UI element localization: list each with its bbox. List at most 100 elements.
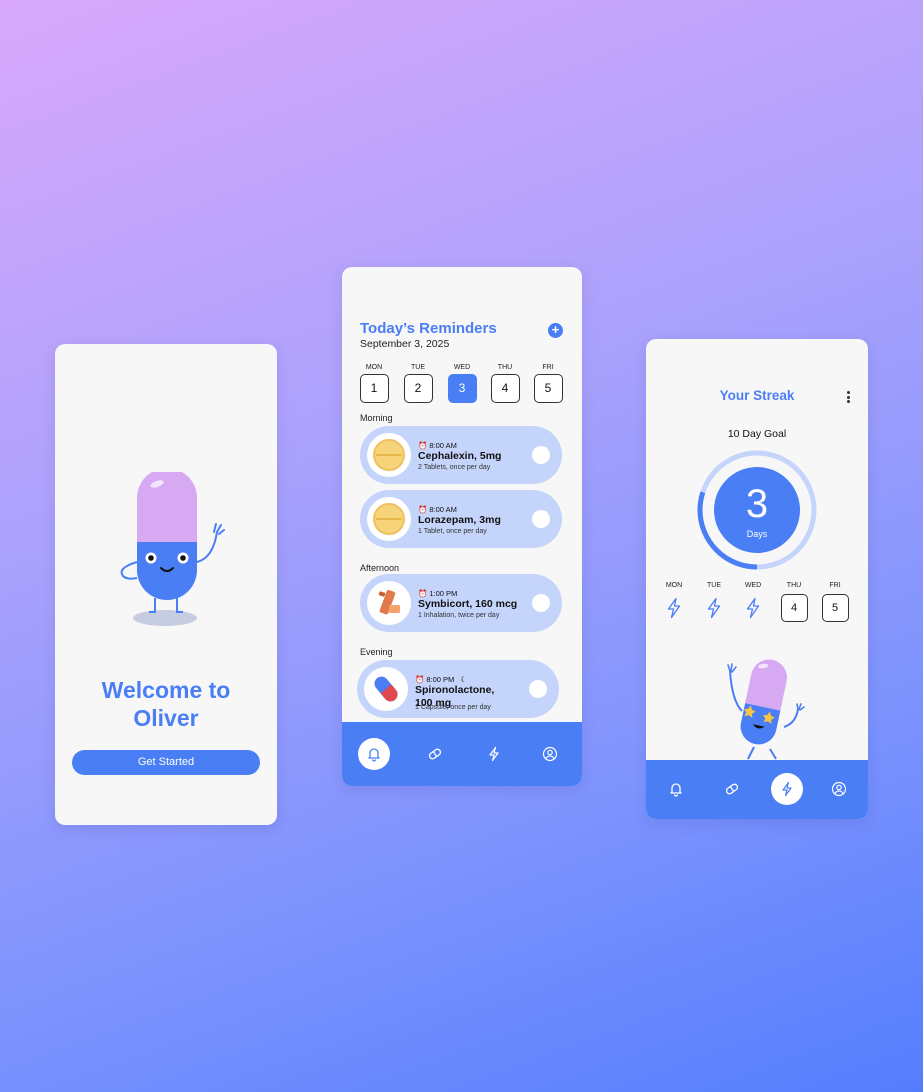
day-mon[interactable]: MON 1 — [359, 364, 389, 403]
alarm-clock-icon: ⏰ — [415, 675, 425, 684]
nav-profile[interactable] — [534, 738, 566, 770]
med-time: ⏰ 8:00 AM — [418, 441, 457, 450]
med-card-cephalexin[interactable]: ⏰ 8:00 AM Cephalexin, 5mg 2 Tablets, once… — [360, 426, 562, 484]
day-thu[interactable]: THU 4 — [490, 364, 520, 403]
med-time: ⏰ 1:00 PM — [418, 589, 457, 598]
day-name: FRI — [829, 582, 841, 589]
med-time: ⏰ 8:00 PM ☾ — [415, 675, 469, 684]
alarm-clock-icon: ⏰ — [418, 441, 428, 450]
day-number: 5 — [533, 374, 563, 403]
section-evening: Evening — [360, 647, 393, 657]
taken-checkbox[interactable] — [532, 594, 550, 612]
day-number: 3 — [447, 374, 477, 403]
capsule-icon — [364, 667, 408, 711]
more-options-icon[interactable] — [847, 391, 851, 405]
welcome-title-line1: Welcome to — [101, 677, 231, 703]
med-card-spironolactone[interactable]: ⏰ 8:00 PM ☾ Spironolactone, 100 mg 1 Caps… — [357, 660, 559, 718]
day-name: TUE — [707, 582, 721, 589]
welcome-screen: Welcome to Oliver Get Started — [55, 344, 277, 825]
profile-icon — [542, 746, 558, 762]
bell-icon — [670, 783, 682, 797]
pill-mascot-celebrating-icon — [727, 659, 805, 760]
alarm-clock-icon: ⏰ — [418, 589, 428, 598]
yellow-tablet-icon — [367, 433, 411, 477]
day-name: WED — [744, 582, 762, 589]
pill-mascot-waving-icon — [120, 472, 225, 626]
day-name: THU — [786, 582, 802, 589]
med-time-text: 8:00 AM — [429, 441, 457, 450]
taken-checkbox[interactable] — [532, 446, 550, 464]
section-morning: Morning — [360, 413, 393, 423]
profile-icon — [831, 781, 847, 797]
day-number: 1 — [359, 374, 389, 403]
page-title: Today’s Reminders — [360, 320, 497, 337]
med-time-text: 8:00 PM — [426, 675, 455, 684]
med-time: ⏰ 8:00 AM — [418, 505, 457, 514]
alarm-clock-icon: ⏰ — [418, 505, 428, 514]
lightning-icon — [707, 597, 721, 619]
lightning-icon — [489, 746, 499, 762]
day-name: MON — [665, 582, 683, 589]
taken-checkbox[interactable] — [532, 510, 550, 528]
moon-icon: ☾ — [460, 675, 468, 684]
day-name: THU — [497, 364, 513, 371]
day-name: FRI — [542, 364, 554, 371]
day-name: WED — [453, 364, 471, 371]
med-name-line1: Spironolactone, — [415, 684, 495, 696]
day-number: 2 — [403, 374, 433, 403]
add-reminder-button[interactable]: + — [548, 323, 563, 338]
day-fri[interactable]: FRI 5 — [533, 364, 563, 403]
streak-day-wed: WED — [738, 582, 768, 619]
nav-medications[interactable] — [716, 773, 748, 805]
day-number: 4 — [780, 594, 808, 622]
pill-icon — [725, 783, 739, 795]
bell-icon — [368, 748, 380, 762]
nav-reminders[interactable] — [358, 738, 390, 770]
med-dose: 1 Tablet, once per day — [418, 528, 487, 535]
med-card-lorazepam[interactable]: ⏰ 8:00 AM Lorazepam, 3mg 1 Tablet, once p… — [360, 490, 562, 548]
med-time-text: 1:00 PM — [429, 589, 458, 598]
day-tue[interactable]: TUE 2 — [403, 364, 433, 403]
lightning-icon — [746, 597, 760, 619]
nav-streak[interactable] — [771, 773, 803, 805]
yellow-tablet-icon — [367, 497, 411, 541]
inhaler-icon — [367, 581, 411, 625]
day-name: TUE — [411, 364, 425, 371]
welcome-title: Welcome to Oliver — [55, 676, 277, 732]
taken-checkbox[interactable] — [529, 680, 547, 698]
nav-medications[interactable] — [419, 738, 451, 770]
nav-reminders[interactable] — [660, 773, 692, 805]
day-name: MON — [365, 364, 383, 371]
get-started-button[interactable]: Get Started — [72, 750, 260, 775]
lightning-icon — [667, 597, 681, 619]
nav-streak[interactable] — [478, 738, 510, 770]
streak-count-label: Days — [746, 529, 768, 539]
day-wed[interactable]: WED 3 — [447, 364, 477, 403]
streak-day-thu: THU 4 — [779, 582, 809, 622]
med-dose: 1 Inhalation, twice per day — [418, 612, 500, 619]
bottom-nav — [342, 722, 582, 786]
section-afternoon: Afternoon — [360, 563, 400, 573]
med-name: Cephalexin, 5mg — [418, 450, 502, 462]
med-card-symbicort[interactable]: ⏰ 1:00 PM Symbicort, 160 mcg 1 Inhalation… — [360, 574, 562, 632]
plus-icon: + — [551, 322, 560, 337]
streak-day-tue: TUE — [699, 582, 729, 619]
day-number: 5 — [821, 594, 849, 622]
streak-screen: Your Streak 10 Day Goal 3 Days MON TUE W… — [646, 339, 868, 819]
bottom-nav — [646, 760, 868, 819]
med-name: Lorazepam, 3mg — [418, 514, 501, 526]
streak-day-fri: FRI 5 — [820, 582, 850, 622]
page-title: Your Streak — [719, 388, 795, 403]
welcome-title-line2: Oliver — [133, 705, 199, 731]
med-name: Symbicort, 160 mcg — [418, 598, 518, 610]
reminders-screen: Today’s Reminders September 3, 2025 + MO… — [342, 267, 582, 786]
nav-profile[interactable] — [823, 773, 855, 805]
pill-icon — [428, 748, 442, 760]
streak-count: 3 — [745, 482, 769, 526]
lightning-icon — [782, 781, 792, 797]
day-number: 4 — [490, 374, 520, 403]
streak-day-mon: MON — [659, 582, 689, 619]
current-date: September 3, 2025 — [360, 338, 450, 350]
med-dose: 2 Tablets, once per day — [418, 464, 491, 471]
med-time-text: 8:00 AM — [429, 505, 457, 514]
